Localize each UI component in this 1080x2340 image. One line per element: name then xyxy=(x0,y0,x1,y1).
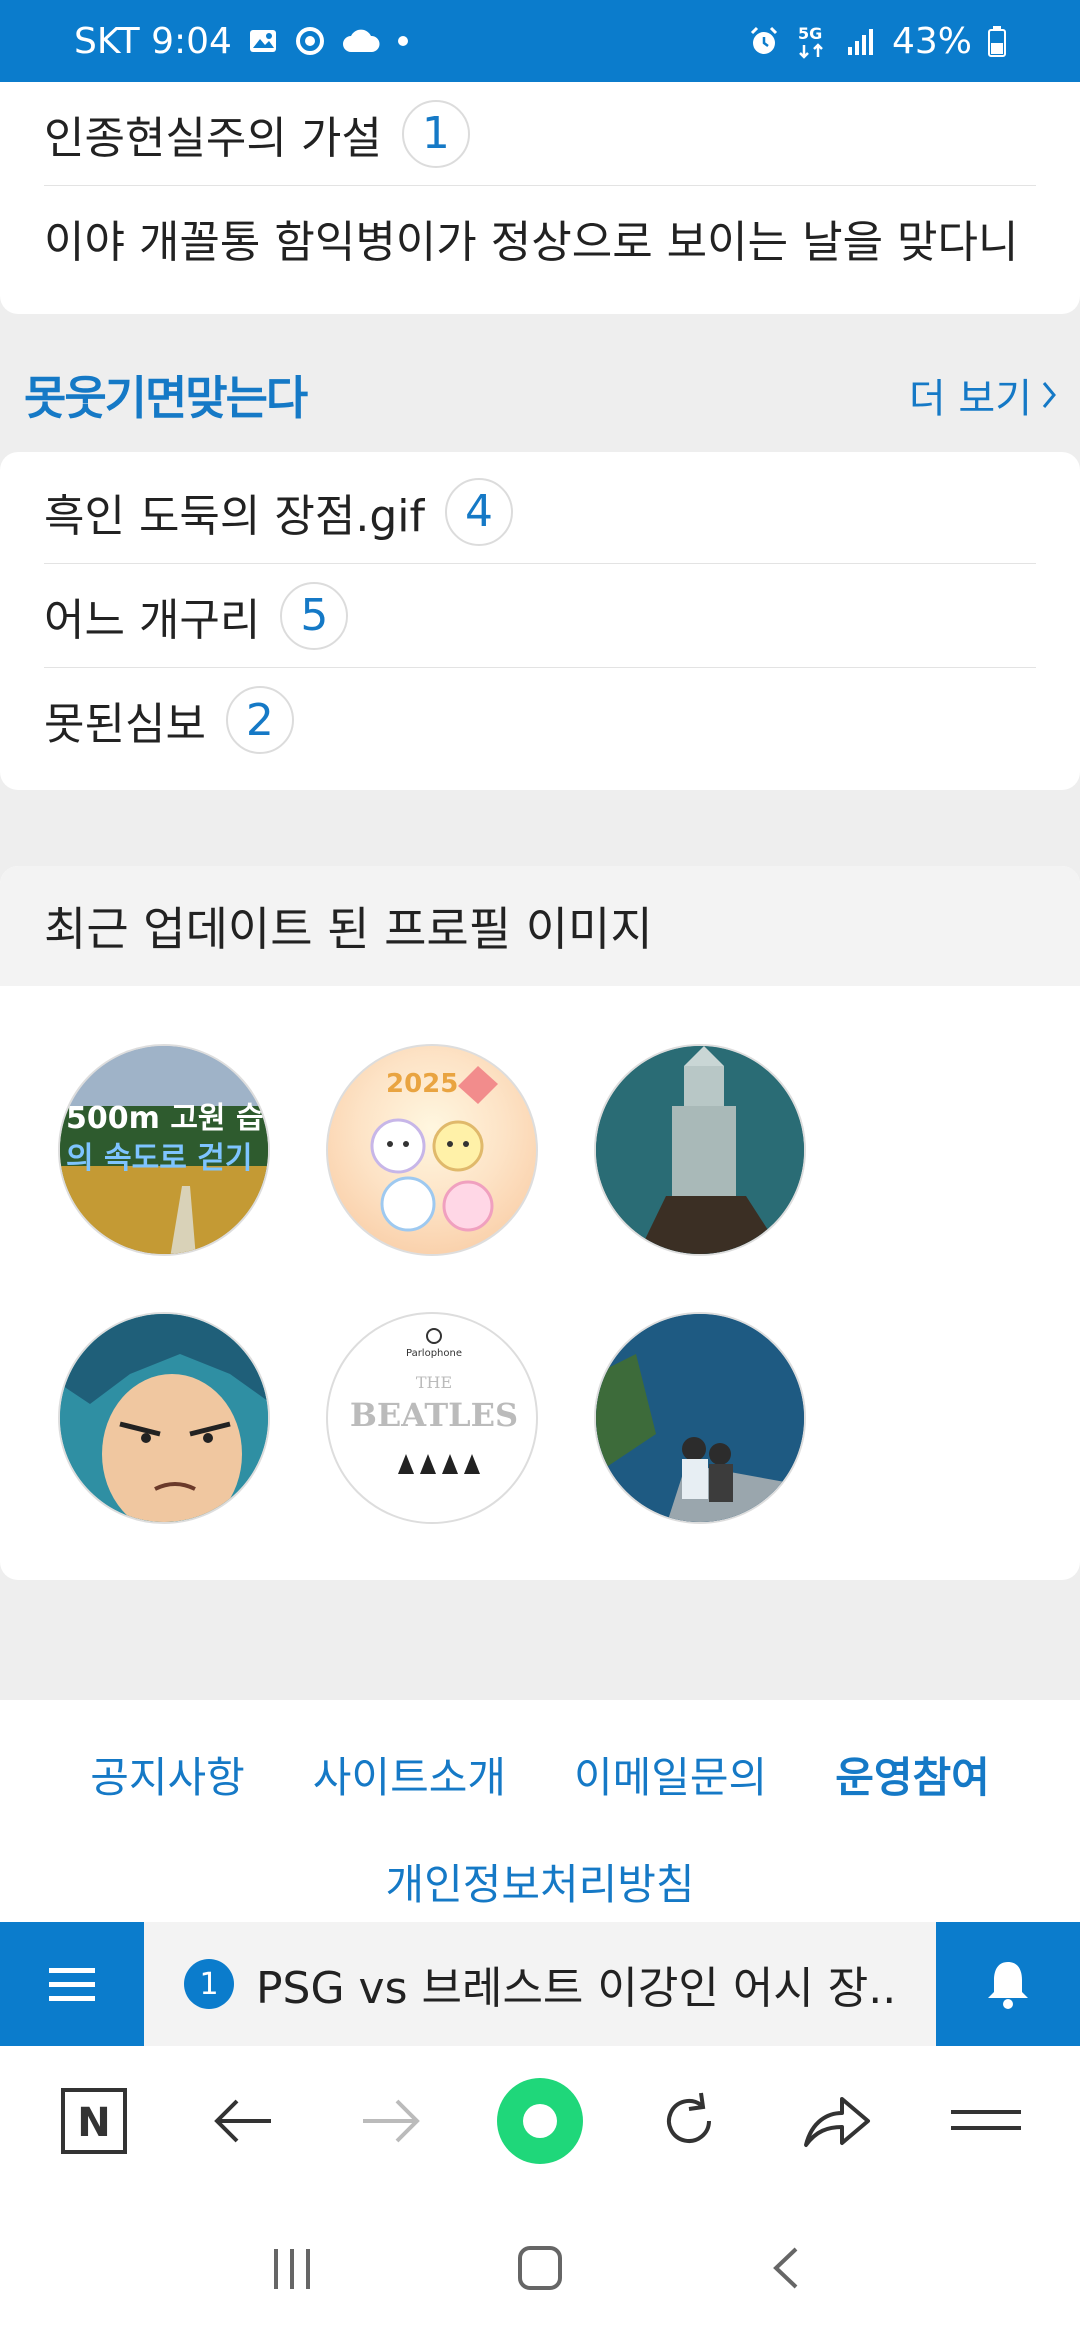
list-item[interactable]: 못된심보 2 xyxy=(44,668,1036,772)
share-icon xyxy=(804,2097,871,2147)
alarm-icon xyxy=(748,25,780,57)
network-5g-icon: 5G xyxy=(796,23,830,59)
gallery-icon xyxy=(248,26,278,56)
cloud-icon xyxy=(342,28,380,54)
section-title[interactable]: 못웃기면맞는다 xyxy=(24,362,308,428)
home-icon[interactable] xyxy=(515,2243,565,2293)
comment-count-badge: 4 xyxy=(444,477,513,546)
notice-ticker[interactable]: 1 PSG vs 브레스트 이강인 어시 장... xyxy=(144,1922,936,2046)
top-post-list: 인종현실주의 가설 1 이야 개꼴통 함익병이가 정상으로 보이는 날을 맞다니 xyxy=(0,82,1080,314)
naver-n-icon: N xyxy=(61,2088,128,2154)
avatar-caption: BEATLES xyxy=(350,1396,518,1434)
avatar[interactable]: Parlophone THE BEATLES xyxy=(326,1312,538,1524)
avatar-caption: THE xyxy=(416,1373,452,1392)
share-button[interactable] xyxy=(787,2071,887,2171)
avatar-grid: 500m 고원 습지 의 속도로 걷기 2025 Parlophone THE … xyxy=(0,866,1080,1524)
post-title[interactable]: 인종현실주의 가설 xyxy=(44,102,382,166)
status-bar: SKT 9:04 5G 43% xyxy=(0,0,1080,82)
avatar-caption: 의 속도로 걷기 xyxy=(66,1141,253,1176)
browser-menu-button[interactable] xyxy=(936,2071,1036,2171)
notice-bar: 1 PSG vs 브레스트 이강인 어시 장... xyxy=(0,1922,1080,2046)
more-link[interactable]: 더 보기 xyxy=(909,366,1058,424)
footer-link-about[interactable]: 사이트소개 xyxy=(313,1744,506,1805)
back-button[interactable] xyxy=(193,2071,293,2171)
status-right: 5G 43% xyxy=(748,21,1006,62)
avatar-caption: 500m 고원 습지 xyxy=(66,1101,270,1136)
refresh-icon xyxy=(666,2092,711,2143)
recents-icon[interactable] xyxy=(268,2243,318,2293)
footer-link-participate[interactable]: 운영참여 xyxy=(835,1744,990,1805)
avatar[interactable] xyxy=(594,1044,806,1256)
list-item[interactable]: 흑인 도둑의 장점.gif 4 xyxy=(44,460,1036,564)
arrow-right-icon xyxy=(363,2099,421,2143)
status-left: SKT 9:04 xyxy=(74,21,410,62)
comment-count-badge: 1 xyxy=(401,99,470,168)
notice-number: 1 xyxy=(184,1959,234,2009)
avatar-caption: Parlophone xyxy=(406,1348,462,1359)
avatar[interactable] xyxy=(58,1312,270,1524)
carrier-time: SKT 9:04 xyxy=(74,20,232,62)
footer: 공지사항 사이트소개 이메일문의 운영참여 개인정보처리방침 xyxy=(0,1700,1080,1922)
section-header: 못웃기면맞는다 더 보기 xyxy=(0,350,1080,440)
avatar-caption: 2025 xyxy=(386,1069,458,1099)
green-dot-button[interactable] xyxy=(490,2071,590,2171)
browser-home-button[interactable]: N xyxy=(44,2071,144,2171)
comment-count-badge: 2 xyxy=(225,686,294,754)
signal-icon xyxy=(846,27,876,55)
notification-button[interactable] xyxy=(936,1922,1080,2046)
hamburger-icon xyxy=(49,1968,95,2001)
post-title[interactable]: 어느 개구리 xyxy=(44,584,260,648)
menu-button[interactable] xyxy=(0,1922,144,2046)
back-icon[interactable] xyxy=(762,2243,812,2293)
recent-profile-images: 최근 업데이트 된 프로필 이미지 500m 고원 습지 의 속도로 걷기 20… xyxy=(0,866,1080,1580)
avatar[interactable]: 2025 xyxy=(326,1044,538,1256)
list-item[interactable]: 이야 개꼴통 함익병이가 정상으로 보이는 날을 맞다니 xyxy=(44,186,1080,290)
comment-count-badge: 5 xyxy=(280,581,349,650)
svg-text:N: N xyxy=(78,2100,111,2146)
section-post-list: 흑인 도둑의 장점.gif 4 어느 개구리 5 못된심보 2 xyxy=(0,452,1080,790)
avatar[interactable]: 500m 고원 습지 의 속도로 걷기 xyxy=(58,1044,270,1256)
avatar[interactable] xyxy=(594,1312,806,1524)
sync-icon xyxy=(294,25,326,57)
footer-link-privacy[interactable]: 개인정보처리방침 xyxy=(0,1851,1080,1912)
more-link-label: 더 보기 xyxy=(908,376,1032,422)
dot-icon xyxy=(396,34,410,48)
battery-icon xyxy=(988,25,1006,57)
post-title[interactable]: 이야 개꼴통 함익병이가 정상으로 보이는 날을 맞다니 xyxy=(44,206,1018,270)
list-item[interactable]: 어느 개구리 5 xyxy=(44,564,1036,668)
battery-percent: 43% xyxy=(891,20,972,62)
post-title[interactable]: 못된심보 xyxy=(44,688,206,752)
post-title[interactable]: 흑인 도둑의 장점.gif xyxy=(44,480,425,544)
list-item[interactable]: 인종현실주의 가설 1 xyxy=(44,82,1036,186)
green-dot-icon xyxy=(496,2078,583,2164)
notice-text[interactable]: PSG vs 브레스트 이강인 어시 장... xyxy=(256,1952,896,2016)
footer-links: 공지사항 사이트소개 이메일문의 운영참여 xyxy=(0,1700,1080,1805)
footer-link-email[interactable]: 이메일문의 xyxy=(574,1744,767,1805)
forward-button[interactable] xyxy=(341,2071,441,2171)
refresh-button[interactable] xyxy=(639,2071,739,2171)
svg-text:5G: 5G xyxy=(798,24,822,43)
system-nav-bar xyxy=(0,2196,1080,2340)
chevron-right-icon xyxy=(1042,382,1056,408)
browser-toolbar: N xyxy=(0,2046,1080,2196)
arrow-left-icon xyxy=(214,2099,271,2143)
menu-lines-icon xyxy=(950,2110,1021,2130)
bell-icon xyxy=(988,1962,1028,2009)
footer-link-notice[interactable]: 공지사항 xyxy=(90,1744,245,1805)
